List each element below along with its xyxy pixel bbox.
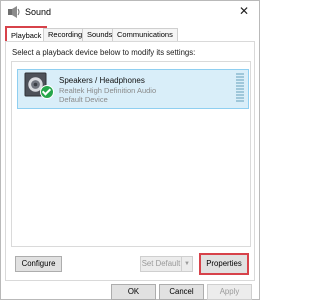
volume-level-meter <box>236 73 244 105</box>
device-status: Default Device <box>59 95 108 104</box>
tab-communications[interactable]: Communications <box>112 28 178 41</box>
device-name: Speakers / Headphones <box>59 76 145 85</box>
window-title: Sound <box>25 7 52 17</box>
cancel-button[interactable]: Cancel <box>159 284 204 300</box>
tab-strip: Playback Recording Sounds Communications <box>5 26 255 43</box>
default-checkmark-icon <box>40 85 54 99</box>
ok-button[interactable]: OK <box>111 284 156 300</box>
sound-dialog: Sound ✕ Playback Recording Sounds Commun… <box>0 0 260 300</box>
title-bar[interactable]: Sound ✕ <box>1 1 259 23</box>
set-default-button[interactable]: Set Default <box>140 256 182 272</box>
device-item-speakers[interactable]: Speakers / Headphones Realtek High Defin… <box>17 69 249 109</box>
playback-panel: Select a playback device below to modify… <box>5 41 255 281</box>
instruction-text: Select a playback device below to modify… <box>12 48 196 57</box>
device-list[interactable]: Speakers / Headphones Realtek High Defin… <box>11 61 251 247</box>
sound-app-icon <box>8 6 20 18</box>
configure-button[interactable]: Configure <box>15 256 62 272</box>
close-icon[interactable]: ✕ <box>237 4 251 18</box>
tab-recording[interactable]: Recording <box>43 28 88 41</box>
chevron-down-icon[interactable]: ▼ <box>181 256 193 272</box>
properties-button[interactable]: Properties <box>199 253 249 275</box>
apply-button[interactable]: Apply <box>207 284 252 300</box>
device-driver: Realtek High Definition Audio <box>59 86 157 95</box>
